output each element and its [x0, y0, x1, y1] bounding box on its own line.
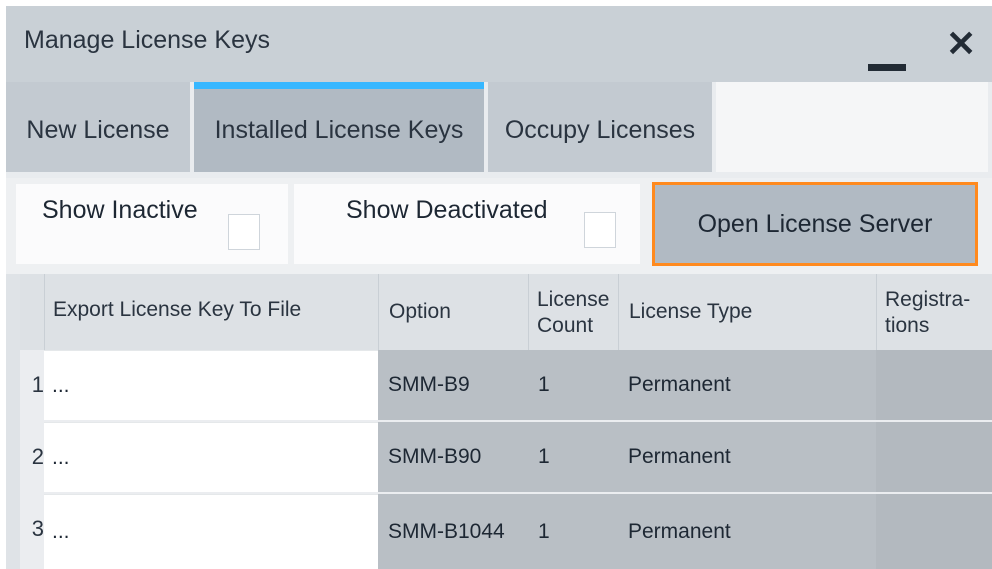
registrations-cell: [876, 350, 992, 420]
option-value: SMM-B90: [388, 445, 482, 468]
title-bar: Manage License Keys ✕: [6, 6, 992, 82]
tab-bar-empty-area: [716, 82, 988, 172]
license-table: Export License Key To File Option Licens…: [20, 274, 992, 569]
license-count-cell: 1: [528, 350, 618, 420]
column-header-label: Export License Key To File: [53, 298, 302, 321]
export-value: ...: [52, 373, 70, 397]
license-count-value: 1: [538, 373, 550, 396]
license-type-value: Permanent: [628, 519, 731, 543]
tab-bar: New License Installed License Keys Occup…: [6, 82, 992, 178]
export-value: ...: [52, 445, 70, 469]
row-number-header: [20, 274, 44, 350]
column-header-label: Option: [389, 300, 451, 323]
registrations-cell: [876, 494, 992, 569]
license-count-value: 1: [538, 445, 550, 468]
option-cell: SMM-B90: [378, 422, 528, 492]
license-type-value: Permanent: [628, 445, 731, 468]
dialog-title: Manage License Keys: [24, 26, 270, 54]
column-header-label: License Type: [629, 300, 753, 323]
license-count-value: 1: [538, 519, 550, 543]
manage-license-keys-dialog: Manage License Keys ✕ New License Instal…: [6, 6, 992, 569]
tab-occupy-licenses[interactable]: Occupy Licenses: [488, 82, 712, 172]
license-type-cell: Permanent: [618, 422, 876, 492]
export-cell[interactable]: ...: [44, 422, 378, 492]
row-number: 2: [31, 444, 44, 469]
show-inactive-checkbox[interactable]: [228, 214, 260, 250]
show-deactivated-label: Show Deactivated: [346, 196, 548, 224]
option-cell: SMM-B9: [378, 350, 528, 420]
license-count-cell: 1: [528, 422, 618, 492]
tab-installed-license-keys[interactable]: Installed License Keys: [194, 82, 484, 172]
option-value: SMM-B1044: [388, 519, 505, 543]
license-type-cell: Permanent: [618, 494, 876, 569]
column-header-export: Export License Key To File: [44, 274, 378, 350]
option-cell: SMM-B1044: [378, 494, 528, 569]
tab-label: Installed License Keys: [214, 116, 464, 144]
license-count-cell: 1: [528, 494, 618, 569]
tab-label: Occupy Licenses: [504, 116, 696, 144]
column-header-label: Count: [537, 314, 594, 337]
row-number: 1: [31, 372, 44, 397]
column-header-registrations: Registra- tions: [876, 274, 992, 350]
open-license-server-button[interactable]: Open License Server: [652, 182, 978, 266]
minimize-icon[interactable]: [868, 64, 906, 71]
export-cell[interactable]: ...: [44, 494, 378, 569]
show-inactive-label: Show Inactive: [42, 196, 198, 224]
column-header-label: tions: [885, 314, 930, 337]
column-header-label: Registra-: [885, 288, 971, 311]
tab-label: New License: [26, 116, 170, 144]
column-header-license-count: License Count: [528, 274, 618, 350]
option-value: SMM-B9: [388, 373, 470, 396]
column-header-label: License: [537, 288, 610, 311]
export-cell[interactable]: ...: [44, 350, 378, 420]
show-deactivated-checkbox[interactable]: [584, 212, 616, 248]
license-type-value: Permanent: [628, 373, 731, 396]
active-tab-indicator: [194, 82, 484, 89]
column-header-license-type: License Type: [618, 274, 876, 350]
tab-new-license[interactable]: New License: [6, 82, 190, 172]
filter-bar: Show Inactive Show Deactivated Open Lice…: [6, 178, 992, 274]
show-inactive-group: Show Inactive: [16, 184, 288, 264]
close-icon[interactable]: ✕: [946, 24, 976, 64]
row-number: 3: [31, 516, 44, 541]
license-type-cell: Permanent: [618, 350, 876, 420]
export-value: ...: [52, 520, 70, 543]
show-deactivated-group: Show Deactivated: [294, 184, 640, 264]
column-header-option: Option: [378, 274, 528, 350]
registrations-cell: [876, 422, 992, 492]
